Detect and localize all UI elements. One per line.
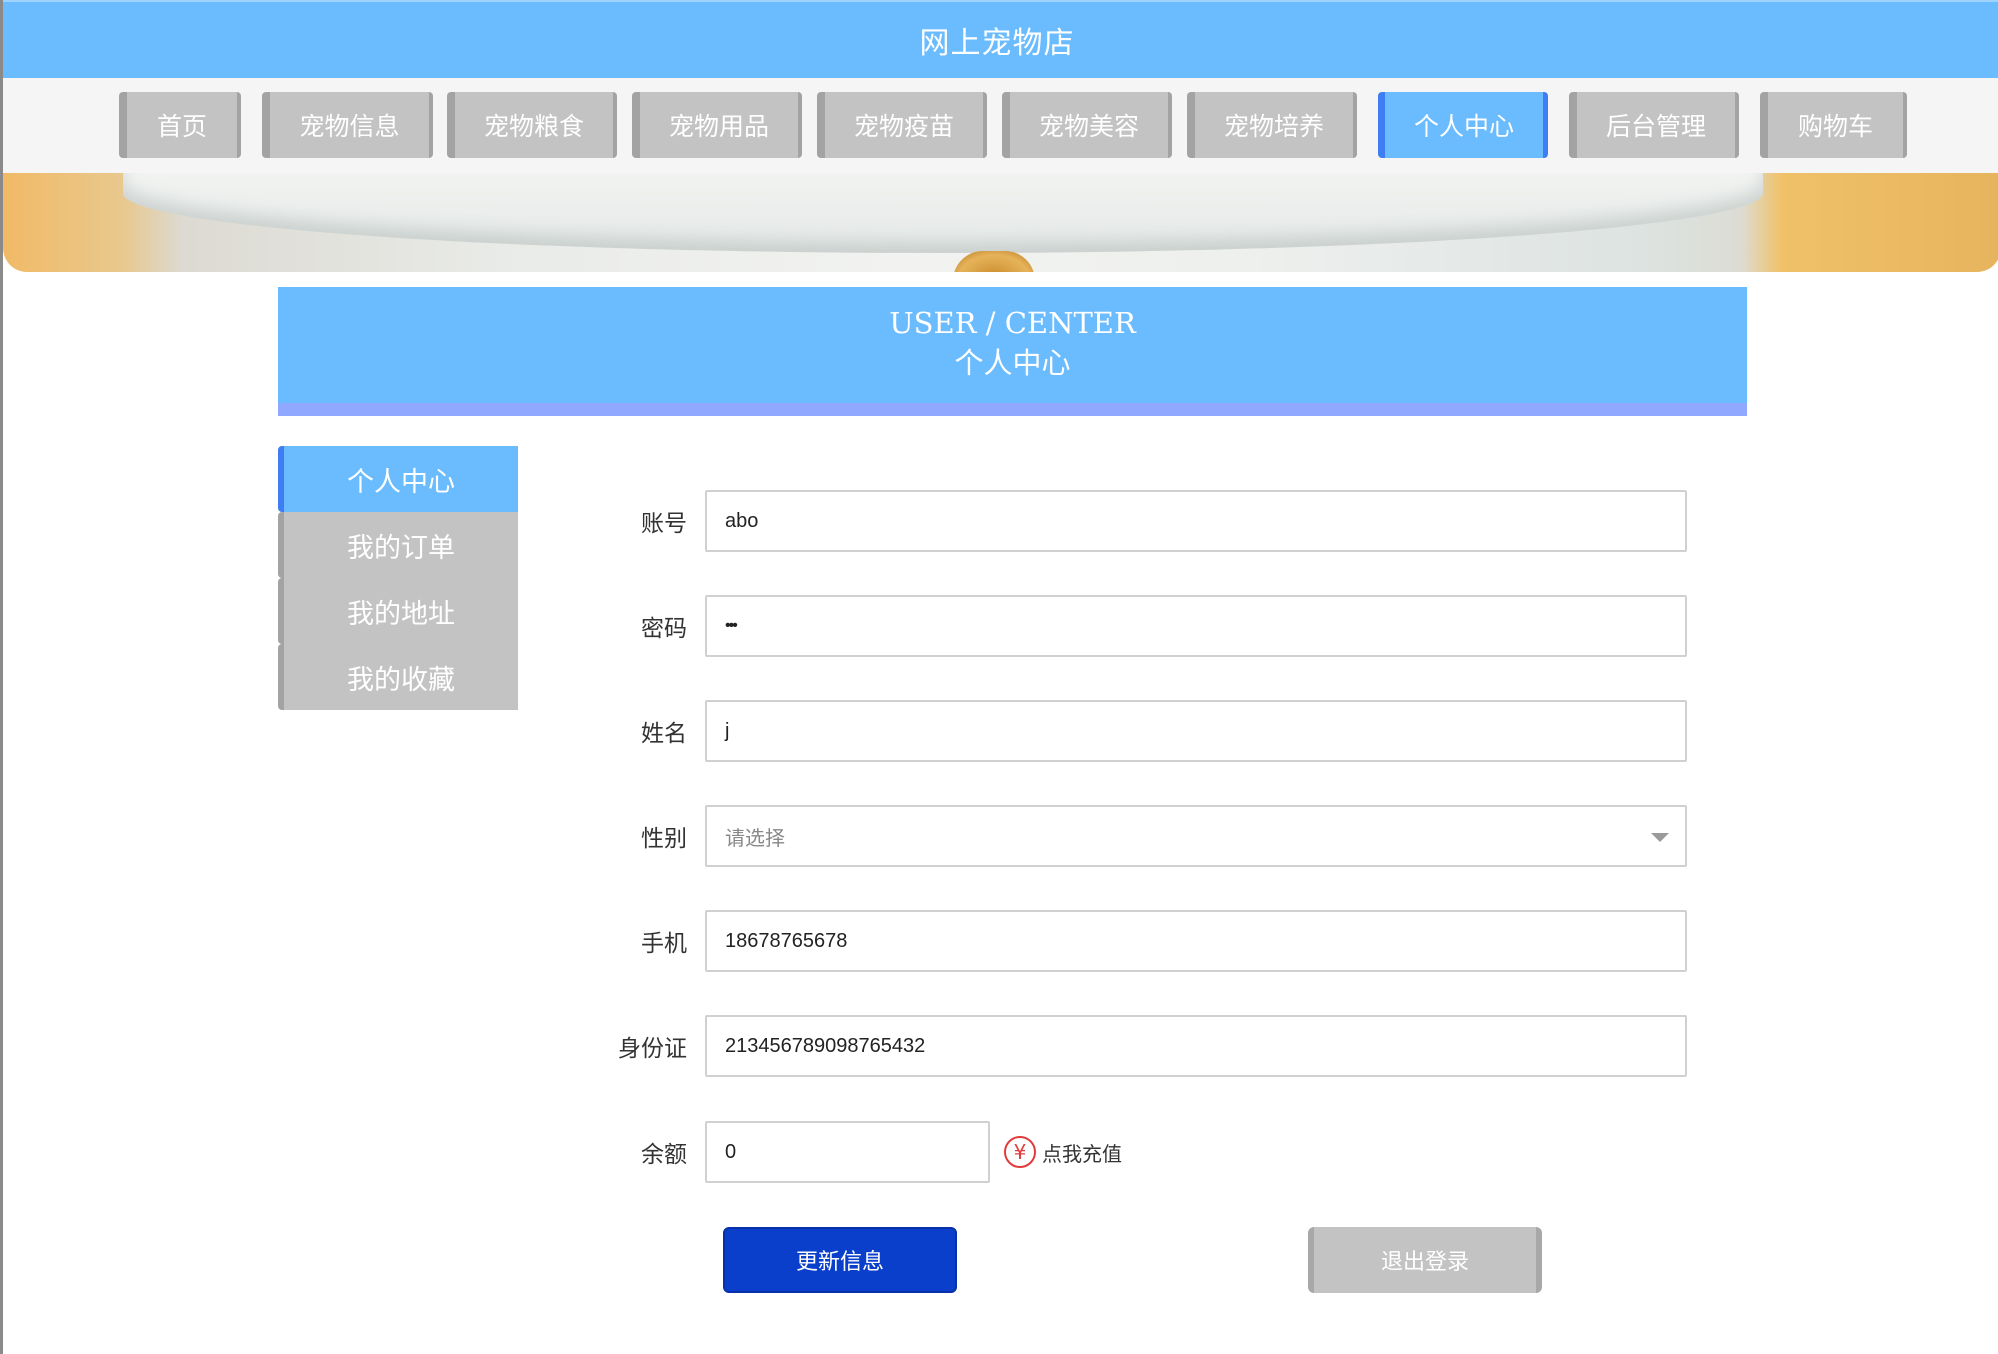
site-header: 网上宠物店 (3, 0, 1998, 78)
password-label: 密码 (641, 616, 687, 642)
form-row-phone: 手机 18678765678 (603, 910, 1687, 972)
balance-value: 0 (725, 1140, 737, 1163)
account-input[interactable]: abo (705, 490, 1687, 552)
gender-select[interactable]: 请选择 (705, 805, 1687, 867)
form-row-gender: 性别 请选择 (603, 805, 1687, 867)
nav-item-cart[interactable]: 购物车 (1760, 92, 1907, 158)
side-menu: 个人中心 我的订单 我的地址 我的收藏 (278, 446, 518, 710)
password-value: ••• (725, 617, 738, 634)
name-label: 姓名 (641, 721, 687, 747)
banner-image (3, 173, 1998, 272)
phone-input[interactable]: 18678765678 (705, 910, 1687, 972)
section-title-cn: 个人中心 (954, 346, 1071, 380)
nav-item-user-center[interactable]: 个人中心 (1378, 92, 1548, 158)
form-row-id-card: 身份证 213456789098765432 (603, 1015, 1687, 1077)
form-row-name: 姓名 j (603, 700, 1687, 762)
nav-item-pet-vaccine[interactable]: 宠物疫苗 (817, 92, 987, 158)
form-row-password: 密码 ••• (603, 595, 1687, 657)
id-card-value: 213456789098765432 (725, 1034, 926, 1057)
balance-label: 余额 (641, 1142, 687, 1168)
nav-item-pet-food[interactable]: 宠物粮食 (447, 92, 617, 158)
recharge-link[interactable]: ¥ 点我充值 (1004, 1136, 1122, 1168)
side-item-user-center[interactable]: 个人中心 (278, 446, 518, 512)
form-row-balance: 余额 0 ¥ 点我充值 (603, 1121, 1122, 1183)
gender-placeholder: 请选择 (725, 825, 785, 850)
bathtub-illustration (123, 173, 1763, 253)
section-title-en: USER / CENTER (889, 306, 1136, 340)
yuan-icon: ¥ (1004, 1136, 1036, 1168)
nav-item-pet-training[interactable]: 宠物培养 (1187, 92, 1357, 158)
id-card-label: 身份证 (618, 1036, 687, 1062)
phone-label: 手机 (641, 931, 687, 957)
logout-button[interactable]: 退出登录 (1308, 1227, 1542, 1293)
balance-input[interactable]: 0 (705, 1121, 990, 1183)
update-info-button[interactable]: 更新信息 (723, 1227, 957, 1293)
nav-item-pet-grooming[interactable]: 宠物美容 (1002, 92, 1172, 158)
faucet-illustration (953, 251, 1035, 272)
phone-value: 18678765678 (725, 929, 848, 952)
form-row-account: 账号 abo (603, 490, 1687, 552)
account-label: 账号 (641, 511, 687, 537)
name-input[interactable]: j (705, 700, 1687, 762)
nav-item-pet-supplies[interactable]: 宠物用品 (632, 92, 802, 158)
nav-item-pet-info[interactable]: 宠物信息 (262, 92, 433, 158)
side-item-my-address[interactable]: 我的地址 (278, 578, 518, 644)
section-header: USER / CENTER 个人中心 (278, 287, 1747, 416)
nav-item-admin[interactable]: 后台管理 (1569, 92, 1739, 158)
nav-item-home[interactable]: 首页 (119, 92, 241, 158)
side-item-my-orders[interactable]: 我的订单 (278, 512, 518, 578)
chevron-down-icon (1651, 833, 1669, 842)
password-input[interactable]: ••• (705, 595, 1687, 657)
side-item-my-favorites[interactable]: 我的收藏 (278, 644, 518, 710)
gender-label: 性别 (641, 826, 687, 852)
recharge-label: 点我充值 (1042, 1141, 1122, 1166)
main-nav: 首页 宠物信息 宠物粮食 宠物用品 宠物疫苗 宠物美容 宠物培养 个人中心 后台… (3, 78, 1998, 173)
account-value: abo (725, 509, 759, 532)
site-title: 网上宠物店 (919, 26, 1075, 61)
id-card-input[interactable]: 213456789098765432 (705, 1015, 1687, 1077)
name-value: j (725, 719, 730, 742)
